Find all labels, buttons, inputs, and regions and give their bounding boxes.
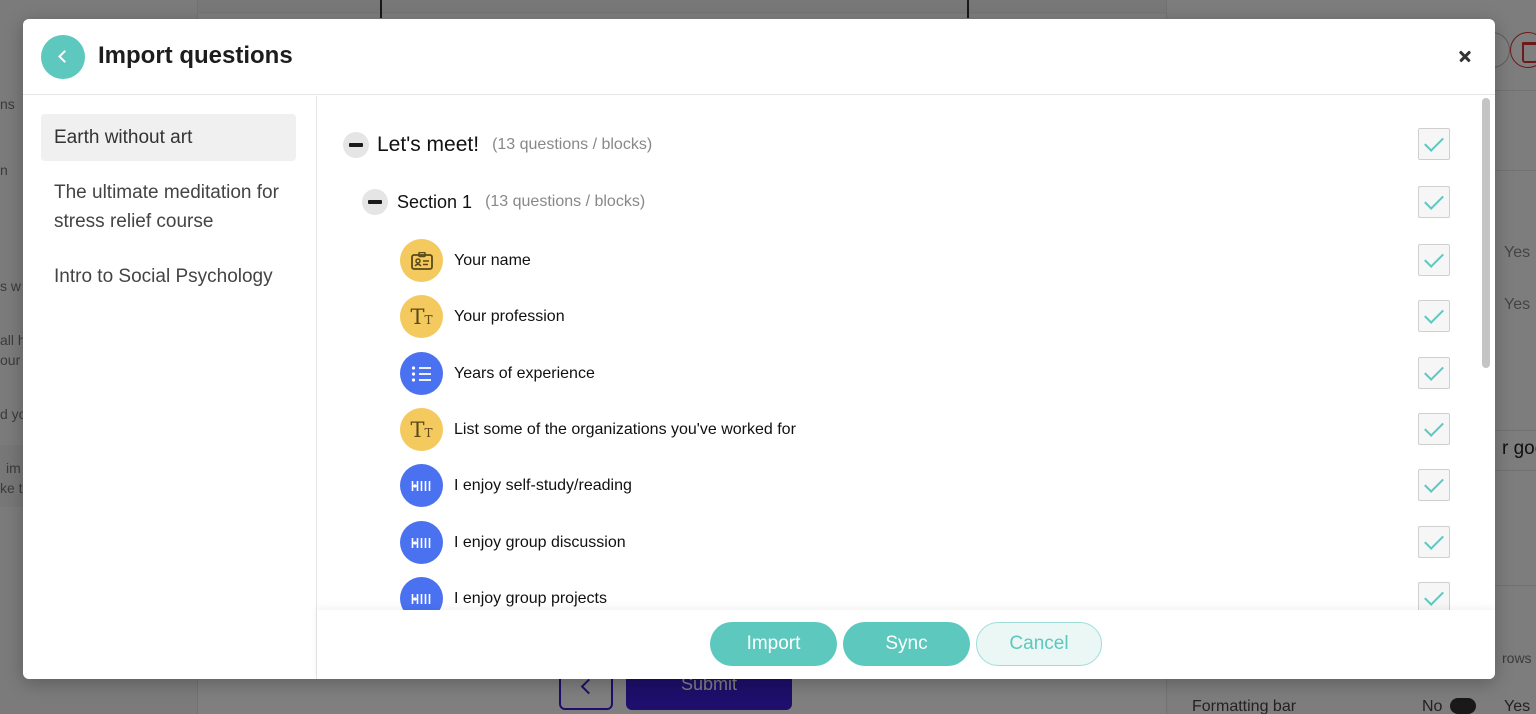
- text-icon: TT: [400, 295, 443, 338]
- question-tree: Let's meet! (13 questions / blocks) Sect…: [317, 96, 1495, 610]
- question-checkbox[interactable]: [1418, 582, 1450, 610]
- scale-icon: [400, 577, 443, 610]
- course-item-earth-without-art[interactable]: Earth without art: [41, 114, 296, 161]
- course-list: Earth without art The ultimate meditatio…: [23, 96, 317, 679]
- import-questions-modal: Import questions Earth without art The u…: [23, 19, 1495, 679]
- question-checkbox[interactable]: [1418, 300, 1450, 332]
- group-count: (13 questions / blocks): [492, 136, 653, 153]
- id-card-icon: [400, 239, 443, 282]
- question-row[interactable]: TT List some of the organizations you've…: [400, 408, 796, 451]
- modal-title: Import questions: [98, 42, 293, 69]
- group-checkbox[interactable]: [1418, 128, 1450, 160]
- list-icon: [400, 352, 443, 395]
- question-row[interactable]: Your name: [400, 239, 531, 282]
- import-button[interactable]: Import: [710, 622, 837, 666]
- modal-footer: Import Sync Cancel: [317, 610, 1495, 679]
- question-title: I enjoy self-study/reading: [454, 476, 632, 494]
- question-title: I enjoy group projects: [454, 589, 607, 607]
- question-title: Your profession: [454, 307, 565, 325]
- collapse-icon[interactable]: [343, 132, 369, 158]
- scrollbar[interactable]: [1480, 96, 1490, 610]
- group-row: Let's meet! (13 questions / blocks): [343, 132, 652, 158]
- section-count: (13 questions / blocks): [485, 193, 646, 210]
- course-item-social-psychology[interactable]: Intro to Social Psychology: [41, 253, 296, 300]
- close-icon[interactable]: [1453, 44, 1477, 68]
- question-title: I enjoy group discussion: [454, 533, 626, 551]
- question-row[interactable]: Years of experience: [400, 352, 595, 395]
- sync-button[interactable]: Sync: [843, 622, 970, 666]
- question-row[interactable]: I enjoy self-study/reading: [400, 464, 632, 507]
- question-checkbox[interactable]: [1418, 469, 1450, 501]
- question-checkbox[interactable]: [1418, 413, 1450, 445]
- question-checkbox[interactable]: [1418, 357, 1450, 389]
- back-button[interactable]: [41, 35, 85, 79]
- scale-icon: [400, 521, 443, 564]
- collapse-icon[interactable]: [362, 189, 388, 215]
- scrollbar-thumb[interactable]: [1482, 98, 1490, 368]
- question-title: List some of the organizations you've wo…: [454, 420, 796, 438]
- question-checkbox[interactable]: [1418, 526, 1450, 558]
- section-checkbox[interactable]: [1418, 186, 1450, 218]
- modal-header: Import questions: [23, 19, 1495, 95]
- text-icon: TT: [400, 408, 443, 451]
- section-row: Section 1 (13 questions / blocks): [362, 189, 645, 215]
- question-row[interactable]: I enjoy group discussion: [400, 521, 626, 564]
- question-title: Your name: [454, 251, 531, 269]
- question-row[interactable]: TT Your profession: [400, 295, 565, 338]
- section-title: Section 1: [397, 191, 473, 212]
- question-title: Years of experience: [454, 364, 595, 382]
- question-row[interactable]: I enjoy group projects: [400, 577, 607, 610]
- question-checkbox[interactable]: [1418, 244, 1450, 276]
- scale-icon: [400, 464, 443, 507]
- chevron-left-icon: [58, 50, 71, 63]
- group-title: Let's meet!: [377, 133, 480, 156]
- course-item-meditation[interactable]: The ultimate meditation for stress relie…: [41, 169, 296, 245]
- cancel-button[interactable]: Cancel: [976, 622, 1102, 666]
